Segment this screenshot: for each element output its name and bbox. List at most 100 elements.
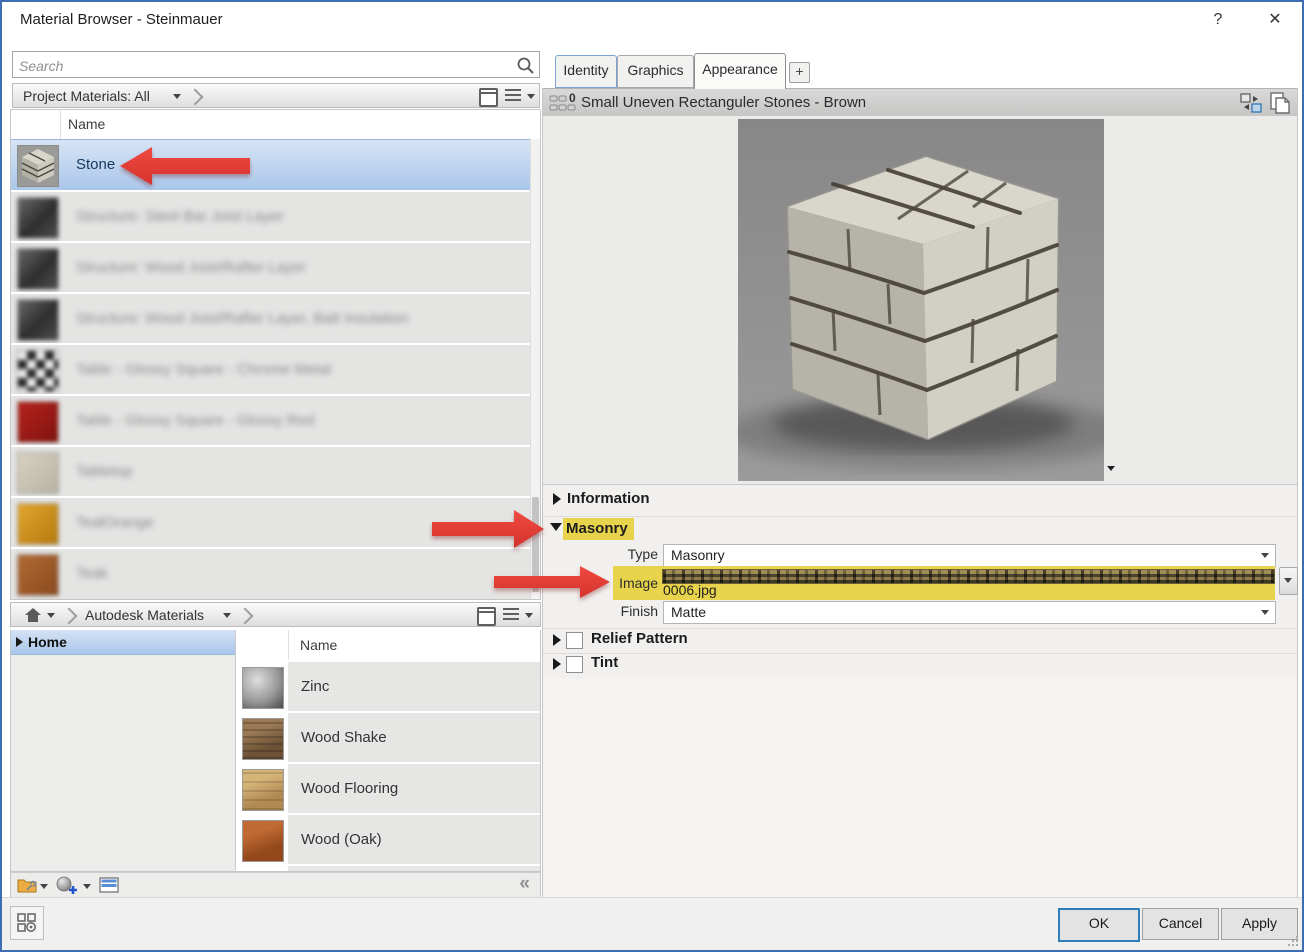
wood-oak-thumbnail [242,820,284,862]
manage-library-folder-icon[interactable] [17,877,37,894]
expand-icon[interactable] [16,637,23,647]
preview-options-dropdown-icon[interactable] [1107,466,1115,471]
tree-item-home[interactable]: Home [11,630,235,655]
window-title: Material Browser - Steinmauer [20,11,223,28]
library-row-label: Wood Flooring [301,780,398,797]
create-material-icon[interactable] [55,876,77,896]
search-input[interactable] [17,53,511,78]
cancel-button[interactable]: Cancel [1142,908,1219,940]
column-header-row: Name [236,630,541,661]
finish-field-label: Finish [563,603,658,619]
material-row-redacted[interactable]: Tabletop [11,445,533,498]
finish-select[interactable]: Matte [663,601,1276,624]
chevron-down-icon [1261,553,1269,558]
library-breadcrumb-label[interactable]: Autodesk Materials [85,607,204,623]
asset-browser-button[interactable] [10,906,44,940]
material-row-redacted[interactable]: Table - Glossy Square - Glossy Red [11,394,533,447]
library-row-wood-flooring[interactable]: Wood Flooring [236,762,541,815]
material-preview-area [543,116,1297,484]
image-options-button[interactable] [1279,567,1298,595]
material-row-label-blurred: TealOrange [76,514,154,531]
tab-identity[interactable]: Identity [555,55,617,88]
list-view-button[interactable] [505,89,521,103]
masonry-collapse-icon[interactable] [550,523,562,531]
material-row-label-blurred: Tabletop [76,463,133,480]
type-select[interactable]: Masonry [663,544,1276,567]
name-column-header[interactable]: Name [300,637,337,653]
material-row-redacted[interactable]: Structure: Wood Joist/Rafter Layer, Batt… [11,292,533,345]
view-options-dropdown-icon[interactable] [527,94,535,99]
image-file-name[interactable]: 0006.jpg [663,582,717,598]
material-thumbnail [17,197,59,239]
tree-item-label: Home [28,634,67,650]
close-button[interactable]: ✕ [1262,9,1288,31]
search-icon[interactable] [516,56,535,75]
material-row-redacted[interactable]: Structure: Wood Joist/Rafter Layer [11,241,533,294]
library-materials-list: Name Zinc Wood Shake Wood Flooring Wood [236,630,541,871]
section-relief-pattern[interactable]: Relief Pattern [591,630,688,647]
collapse-panel-icon[interactable]: « [519,873,530,895]
information-expand-icon[interactable] [553,493,561,505]
project-materials-header: Project Materials: All [12,83,540,108]
library-row-partial[interactable] [236,864,541,872]
tab-graphics[interactable]: Graphics [617,55,694,88]
material-row-redacted[interactable]: Table - Glossy Square - Chrome Metal [11,343,533,396]
view-options-dropdown-icon[interactable] [525,613,533,618]
manage-library-dropdown-icon[interactable] [40,884,48,889]
section-information[interactable]: Information [567,490,650,507]
breadcrumb-chevron-icon [187,89,204,106]
image-texture-preview[interactable] [662,569,1275,584]
wood-shake-thumbnail [242,718,284,760]
material-row-label-blurred: Structure: Steel Bar Joist Layer [76,208,284,225]
material-thumbnail [17,248,59,290]
help-button[interactable]: ? [1205,9,1231,31]
name-column-header[interactable]: Name [68,116,105,132]
zinc-thumbnail [242,667,284,709]
relief-pattern-checkbox[interactable] [566,632,583,649]
red-arrow-image [492,563,612,601]
project-materials-dropdown-icon[interactable] [173,94,181,99]
tint-checkbox[interactable] [566,656,583,673]
chevron-down-icon [1261,610,1269,615]
relief-pattern-expand-icon[interactable] [553,634,561,646]
grid-gear-icon [17,913,37,933]
tab-appearance[interactable]: Appearance [694,53,786,89]
resize-grip[interactable] [1288,936,1298,946]
library-row-zinc[interactable]: Zinc [236,660,541,713]
open-asset-browser-icon[interactable] [99,877,119,893]
create-material-dropdown-icon[interactable] [83,884,91,889]
stone-cube-preview[interactable] [738,119,1104,481]
library-row-wood-oak[interactable]: Wood (Oak) [236,813,541,866]
ok-button[interactable]: OK [1058,908,1140,942]
thumbnail-view-button[interactable] [477,607,496,626]
library-row-wood-shake[interactable]: Wood Shake [236,711,541,764]
material-thumbnail [17,554,59,596]
asset-name: Small Uneven Rectanguler Stones - Brown [581,94,866,111]
apply-button[interactable]: Apply [1221,908,1298,940]
list-view-button[interactable] [503,608,519,622]
library-panel: Home Name Zinc Wood Shake Wood Flooring [10,630,541,872]
thumbnail-view-button[interactable] [479,88,498,107]
share-count: 0 [569,91,576,105]
wood-flooring-thumbnail [242,769,284,811]
add-tab-button[interactable]: + [789,62,810,83]
material-thumbnail [17,299,59,341]
replace-asset-icon[interactable] [1239,92,1263,114]
section-masonry[interactable]: Masonry [563,518,634,540]
material-row-stone[interactable]: Stone [11,139,533,192]
appearance-panel: 0 Small Uneven Rectanguler Stones - Brow… [542,88,1298,897]
section-tint[interactable]: Tint [591,654,618,671]
library-dropdown-icon[interactable] [223,613,231,618]
material-row-redacted[interactable]: Teak [11,547,533,600]
type-field-label: Type [563,546,658,562]
duplicate-asset-icon[interactable] [1269,91,1291,115]
project-materials-label[interactable]: Project Materials: All [23,88,150,104]
search-box [12,51,540,78]
home-icon[interactable] [25,608,41,622]
material-row-label-blurred: Table - Glossy Square - Glossy Red [76,412,314,429]
library-row-label: Zinc [301,678,329,695]
material-row-label-blurred: Table - Glossy Square - Chrome Metal [76,361,331,378]
tint-expand-icon[interactable] [553,658,561,670]
material-row-redacted[interactable]: Structure: Steel Bar Joist Layer [11,190,533,243]
home-dropdown-icon[interactable] [47,613,55,618]
